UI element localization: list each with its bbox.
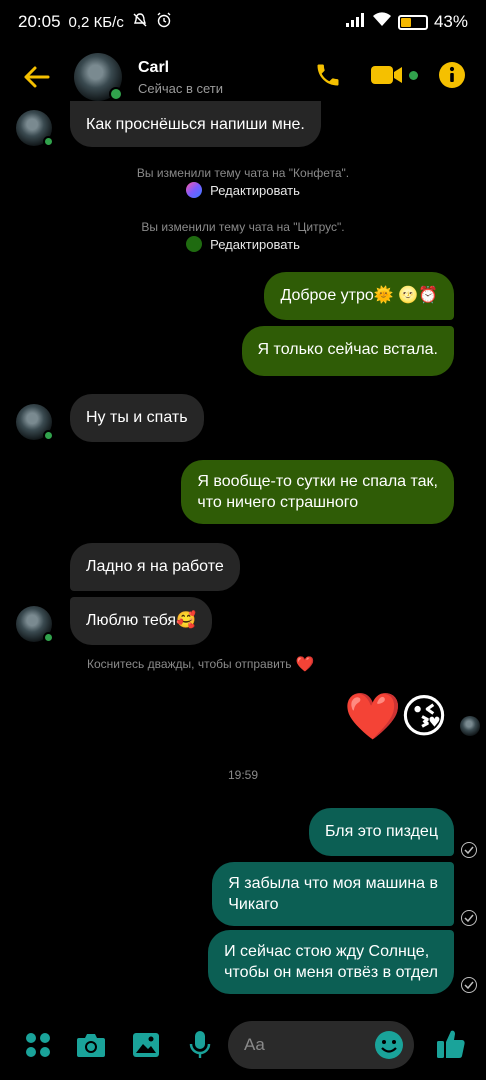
online-indicator bbox=[43, 632, 54, 643]
heart-icon: ❤️ bbox=[295, 656, 315, 673]
message-bubble-outgoing[interactable]: Я забыла что моя машина в Чикаго bbox=[212, 862, 454, 926]
wifi-icon bbox=[372, 12, 392, 32]
video-call-button[interactable] bbox=[370, 62, 418, 93]
hint-text: Коснитесь дважды, чтобы отправить bbox=[87, 657, 292, 671]
battery-icon bbox=[397, 14, 428, 30]
emoji-kiss[interactable]: 😘 bbox=[400, 688, 448, 744]
system-message-text: Вы изменили тему чата на "Цитрус". bbox=[141, 220, 345, 234]
message-bubble-incoming[interactable]: Как проснёшься напиши мне. bbox=[70, 101, 321, 147]
read-receipt-icon bbox=[461, 842, 477, 858]
theme-citrus-icon bbox=[186, 236, 203, 252]
signal-icon bbox=[345, 12, 366, 32]
more-options-button[interactable] bbox=[24, 1031, 52, 1064]
gallery-button[interactable] bbox=[132, 1032, 160, 1063]
message-line: Я забыла что моя машина в bbox=[228, 875, 438, 892]
message-bubble-outgoing[interactable]: Доброе утро🌞 🌝⏰ bbox=[264, 272, 454, 320]
back-arrow-icon bbox=[24, 66, 50, 88]
video-online-dot bbox=[409, 70, 418, 80]
read-receipt-icon bbox=[461, 910, 477, 926]
smiley-icon bbox=[375, 1031, 403, 1059]
timestamp: 19:59 bbox=[227, 768, 259, 782]
message-line: И сейчас стою жду Солнце, bbox=[224, 943, 430, 960]
message-bubble-incoming[interactable]: Люблю тебя🥰 bbox=[70, 597, 212, 645]
message-bubble-outgoing[interactable]: И сейчас стою жду Солнце, чтобы он меня … bbox=[208, 930, 454, 994]
phone-icon bbox=[317, 64, 339, 85]
battery-level bbox=[400, 17, 412, 27]
message-line: Я вообще-то сутки не спала так, bbox=[197, 473, 438, 490]
microphone-icon bbox=[189, 1031, 211, 1058]
phone-call-button[interactable] bbox=[314, 61, 342, 94]
edit-theme-label: Редактировать bbox=[210, 236, 300, 252]
back-button[interactable] bbox=[14, 55, 58, 99]
message-bubble-incoming[interactable]: Ну ты и спать bbox=[70, 394, 204, 442]
camera-icon bbox=[77, 1034, 105, 1057]
message-line: чтобы он меня отвёз в отдел bbox=[224, 964, 438, 981]
online-indicator bbox=[43, 136, 54, 147]
grid-dots-icon bbox=[26, 1033, 50, 1057]
message-bubble-outgoing[interactable]: Я вообще-то сутки не спала так, что ниче… bbox=[181, 460, 454, 524]
mute-icon bbox=[132, 12, 148, 33]
message-line: что ничего страшного bbox=[197, 494, 359, 511]
message-bubble-outgoing[interactable]: Бля это пиздец bbox=[308, 808, 454, 856]
camera-button[interactable] bbox=[76, 1032, 106, 1063]
sender-avatar[interactable] bbox=[16, 110, 54, 147]
info-button[interactable] bbox=[438, 61, 466, 94]
info-icon bbox=[439, 61, 465, 88]
image-icon bbox=[133, 1033, 159, 1057]
read-receipt-icon bbox=[461, 977, 477, 993]
voice-message-button[interactable] bbox=[188, 1030, 212, 1065]
emoji-button[interactable] bbox=[374, 1030, 404, 1065]
battery-percent: 43% bbox=[433, 12, 468, 31]
status-time: 20:05 bbox=[18, 12, 61, 31]
contact-info[interactable]: Carl Сейчас в сети bbox=[138, 59, 223, 96]
message-bubble-incoming[interactable]: Ладно я на работе bbox=[70, 543, 240, 591]
contact-name: Carl bbox=[138, 58, 170, 76]
sender-avatar[interactable] bbox=[16, 606, 54, 643]
message-bubble-outgoing[interactable]: Я только сейчас встала. bbox=[241, 326, 454, 376]
like-button[interactable] bbox=[436, 1028, 466, 1065]
edit-theme-link[interactable]: Редактировать bbox=[0, 182, 486, 198]
seen-avatar bbox=[460, 716, 480, 736]
theme-candy-icon bbox=[186, 182, 203, 198]
online-indicator bbox=[43, 430, 54, 441]
message-line: Чикаго bbox=[228, 896, 279, 913]
video-camera-icon bbox=[371, 65, 402, 84]
contact-status: Сейчас в сети bbox=[138, 80, 224, 96]
double-tap-hint[interactable]: Коснитесь дважды, чтобы отправить ❤️ bbox=[87, 655, 314, 673]
edit-theme-link[interactable]: Редактировать bbox=[0, 236, 486, 252]
sender-avatar[interactable] bbox=[16, 404, 54, 441]
alarm-icon bbox=[156, 12, 172, 33]
contact-avatar[interactable] bbox=[74, 53, 123, 101]
status-bar: 20:05 0,2 КБ/с 43% bbox=[0, 0, 486, 44]
system-message-text: Вы изменили тему чата на "Конфета". bbox=[136, 166, 350, 180]
network-speed: 0,2 КБ/с bbox=[68, 13, 124, 31]
edit-theme-label: Редактировать bbox=[210, 182, 300, 198]
thumbs-up-icon bbox=[437, 1030, 465, 1058]
message-input[interactable]: Aa bbox=[228, 1021, 414, 1069]
message-input-placeholder: Aa bbox=[244, 1035, 265, 1054]
emoji-heart[interactable]: ❤️ bbox=[344, 688, 401, 744]
online-indicator bbox=[109, 87, 123, 101]
